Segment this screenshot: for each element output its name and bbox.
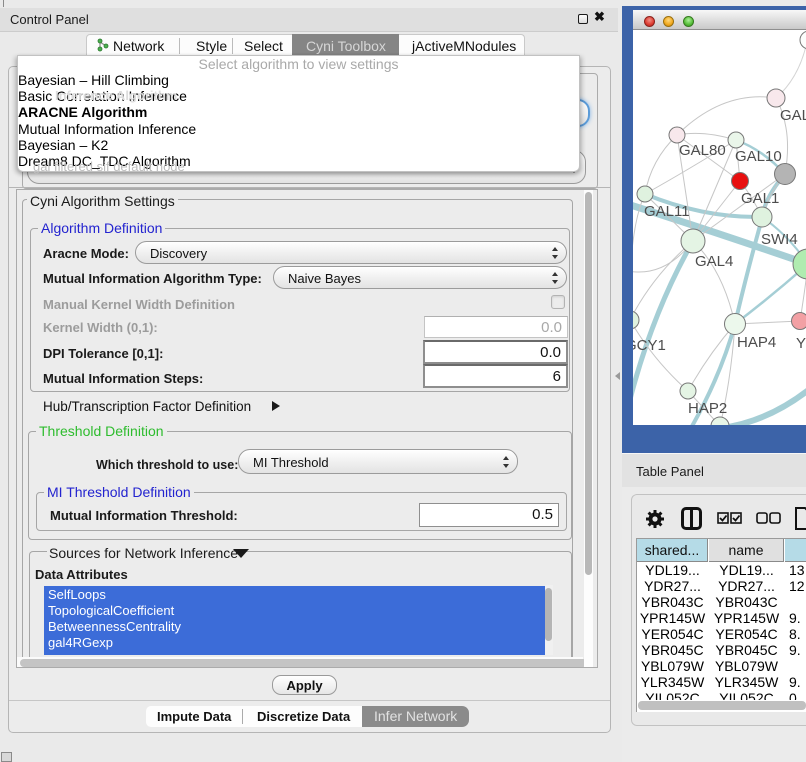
svg-text:HAP2: HAP2 [688, 400, 727, 417]
svg-text:HAP4: HAP4 [737, 334, 776, 351]
svg-text:SWI4: SWI4 [761, 231, 798, 248]
svg-text:GCY1: GCY1 [633, 337, 666, 354]
svg-text:GAL7: GAL7 [780, 107, 806, 124]
svg-text:GAL10: GAL10 [735, 148, 782, 165]
svg-text:GAL1: GAL1 [741, 190, 779, 207]
svg-text:GAL80: GAL80 [679, 142, 726, 159]
svg-text:GAL11: GAL11 [644, 203, 690, 220]
svg-text:Y: Y [796, 335, 806, 352]
svg-text:GAL4: GAL4 [695, 253, 733, 270]
